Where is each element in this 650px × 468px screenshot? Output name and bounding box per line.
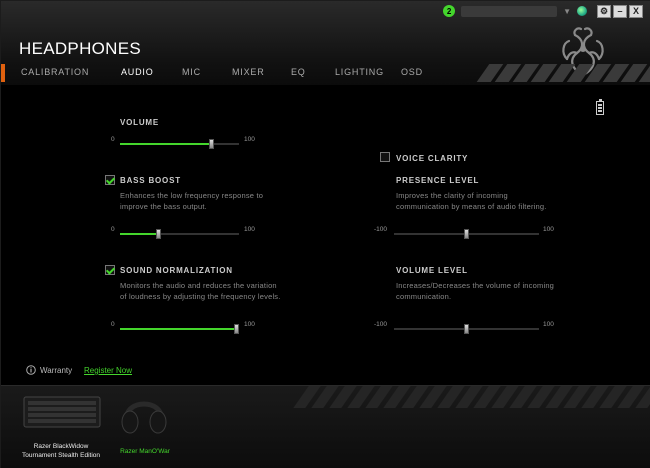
volume-level-max: 100 xyxy=(543,321,554,328)
tab-lighting[interactable]: LIGHTING xyxy=(335,67,384,77)
chevron-down-icon[interactable]: ▼ xyxy=(563,7,571,16)
settings-button[interactable]: ⚙ xyxy=(597,4,611,18)
sound-normalization-checkbox[interactable] xyxy=(105,265,115,275)
presence-level-desc-1: Improves the clarity of incoming xyxy=(396,191,508,200)
tab-audio[interactable]: AUDIO xyxy=(121,67,154,77)
battery-icon xyxy=(596,99,604,115)
tab-osd[interactable]: OSD xyxy=(401,67,423,77)
bass-boost-label: BASS BOOST xyxy=(120,176,181,185)
info-icon xyxy=(26,365,36,375)
register-now-link[interactable]: Register Now xyxy=(84,366,132,375)
titlebar-controls: 2 ▼ ⚙ – X xyxy=(443,4,643,18)
audio-panel: VOLUME 0 100 BASS BOOST Enhances the low… xyxy=(1,85,650,385)
presence-level-min: -100 xyxy=(374,226,388,233)
presence-level-slider[interactable] xyxy=(394,229,539,239)
bass-boost-min: 0 xyxy=(111,226,115,233)
volume-slider[interactable] xyxy=(120,139,239,149)
volume-level-slider[interactable] xyxy=(394,324,539,334)
tab-mic[interactable]: MIC xyxy=(182,67,201,77)
slider-thumb[interactable] xyxy=(464,229,469,239)
decorative-stripes-footer xyxy=(291,386,650,408)
presence-level-max: 100 xyxy=(543,226,554,233)
slider-thumb[interactable] xyxy=(156,229,161,239)
nav-tabs: CALIBRATION AUDIO MIC MIXER EQ LIGHTING … xyxy=(1,64,650,82)
page-title: HEADPHONES xyxy=(19,39,142,58)
notification-badge[interactable]: 2 xyxy=(443,5,456,17)
minimize-button[interactable]: – xyxy=(613,4,627,18)
bass-boost-desc-1: Enhances the low frequency response to xyxy=(120,191,264,200)
device-label-manowar[interactable]: Razer ManO'War xyxy=(109,447,181,456)
tab-calibration[interactable]: CALIBRATION xyxy=(21,67,89,77)
sound-normalization-slider[interactable] xyxy=(120,324,239,334)
volume-level-label: VOLUME LEVEL xyxy=(396,266,468,275)
bass-boost-slider[interactable] xyxy=(120,229,239,239)
presence-level-desc-2: communication by means of audio filterin… xyxy=(396,202,547,211)
keyboard-device-icon[interactable] xyxy=(23,394,101,430)
bass-boost-checkbox[interactable] xyxy=(105,175,115,185)
sound-normalization-label: SOUND NORMALIZATION xyxy=(120,266,233,275)
bass-boost-max: 100 xyxy=(244,226,255,233)
slider-fill xyxy=(120,328,237,330)
volume-level-desc-1: Increases/Decreases the volume of incomi… xyxy=(396,281,555,290)
device-label-blackwidow[interactable]: Razer BlackWidow Tournament Stealth Edit… xyxy=(13,442,109,460)
slider-thumb[interactable] xyxy=(234,324,239,334)
volume-level-desc-2: communication. xyxy=(396,292,452,301)
account-name-blurred[interactable] xyxy=(461,5,558,17)
sound-normalization-desc-2: of loudness by adjusting the frequency l… xyxy=(120,292,281,301)
slider-thumb[interactable] xyxy=(209,139,214,149)
sound-normalization-min: 0 xyxy=(111,321,115,328)
app-window: 2 ▼ ⚙ – X HEADPHONES CALIBRATION AUDIO M… xyxy=(0,0,650,468)
warranty-label: Warranty xyxy=(40,366,73,375)
bass-boost-desc-2: improve the bass output. xyxy=(120,202,207,211)
sync-status-icon[interactable] xyxy=(577,6,587,16)
slider-fill xyxy=(120,233,159,235)
tab-mixer[interactable]: MIXER xyxy=(232,67,265,77)
voice-clarity-checkbox[interactable] xyxy=(380,152,390,162)
device-bar: Razer BlackWidow Tournament Stealth Edit… xyxy=(1,385,650,468)
slider-thumb[interactable] xyxy=(464,324,469,334)
presence-level-label: PRESENCE LEVEL xyxy=(396,176,480,185)
voice-clarity-label: VOICE CLARITY xyxy=(396,154,469,163)
volume-label: VOLUME xyxy=(120,118,160,127)
tab-eq[interactable]: EQ xyxy=(291,67,306,77)
volume-level-min: -100 xyxy=(374,321,388,328)
volume-min: 0 xyxy=(111,136,115,143)
volume-max: 100 xyxy=(244,136,255,143)
decorative-stripes xyxy=(471,64,650,82)
sound-normalization-desc-1: Monitors the audio and reduces the varia… xyxy=(120,281,277,290)
slider-fill xyxy=(120,143,212,145)
close-button[interactable]: X xyxy=(629,4,643,18)
header: 2 ▼ ⚙ – X HEADPHONES CALIBRATION AUDIO M… xyxy=(1,1,650,85)
sound-normalization-max: 100 xyxy=(244,321,255,328)
headset-device-icon[interactable] xyxy=(119,389,169,437)
nav-accent-bar xyxy=(1,64,5,82)
